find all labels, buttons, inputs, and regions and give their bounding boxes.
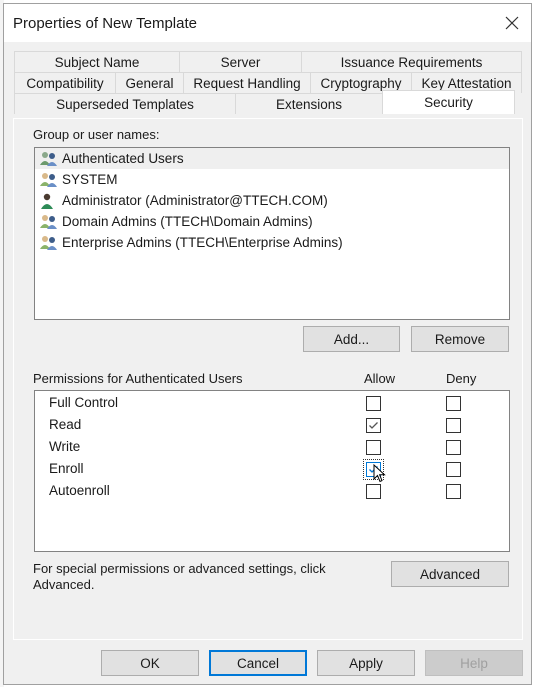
user-icon	[39, 192, 59, 210]
tab-extensions[interactable]: Extensions	[235, 93, 383, 114]
allow-checkbox[interactable]	[366, 418, 381, 433]
security-tab-panel: Group or user names: Authenticated Users…	[13, 118, 523, 640]
cancel-button[interactable]: Cancel	[209, 650, 307, 676]
permission-row-autoenroll: Autoenroll	[35, 480, 509, 502]
allow-checkbox[interactable]	[366, 396, 381, 411]
permission-name: Write	[49, 439, 81, 454]
permission-row-read: Read	[35, 414, 509, 436]
allow-checkbox[interactable]	[363, 459, 384, 480]
apply-button[interactable]: Apply	[317, 650, 415, 676]
advanced-button[interactable]: Advanced	[391, 561, 509, 587]
list-item-principal[interactable]: Enterprise Admins (TTECH\Enterprise Admi…	[35, 232, 509, 253]
deny-checkbox[interactable]	[446, 484, 461, 499]
group-icon	[39, 213, 59, 231]
permission-row-write: Write	[35, 436, 509, 458]
permission-row-full-control: Full Control	[35, 392, 509, 414]
tab-security[interactable]: Security	[382, 90, 515, 114]
deny-column-header: Deny	[446, 371, 477, 386]
permission-name: Read	[49, 417, 82, 432]
tab-row-3: Superseded Templates Extensions Security	[14, 90, 515, 114]
principal-name: Administrator (Administrator@TTECH.COM)	[62, 193, 328, 208]
tab-server[interactable]: Server	[179, 51, 302, 72]
list-item-principal[interactable]: Administrator (Administrator@TTECH.COM)	[35, 190, 509, 211]
permissions-list: Full Control Read Write Enroll Autoenrol…	[34, 390, 510, 552]
close-button[interactable]	[499, 10, 525, 36]
checkmark-icon	[369, 466, 378, 473]
principal-name: Authenticated Users	[62, 151, 184, 166]
advanced-hint-text: For special permissions or advanced sett…	[33, 561, 326, 592]
tab-request-handling[interactable]: Request Handling	[183, 72, 311, 93]
tab-issuance-requirements[interactable]: Issuance Requirements	[301, 51, 522, 72]
permissions-label: Permissions for Authenticated Users	[33, 371, 243, 386]
help-button: Help	[425, 650, 523, 676]
principals-list[interactable]: Authenticated Users SYSTEM Administrator…	[34, 147, 510, 320]
deny-checkbox[interactable]	[446, 462, 461, 477]
deny-checkbox[interactable]	[446, 396, 461, 411]
group-icon	[39, 234, 59, 252]
principal-name: Enterprise Admins (TTECH\Enterprise Admi…	[62, 235, 343, 250]
tab-subject-name[interactable]: Subject Name	[14, 51, 180, 72]
group-icon	[39, 171, 59, 189]
group-icon	[39, 150, 59, 168]
tab-compatibility[interactable]: Compatibility	[14, 72, 116, 93]
tab-superseded-templates[interactable]: Superseded Templates	[14, 93, 236, 114]
checkmark-icon	[369, 422, 378, 429]
permission-name: Autoenroll	[49, 483, 110, 498]
permission-row-enroll: Enroll	[35, 458, 509, 483]
remove-button[interactable]: Remove	[411, 326, 509, 352]
principal-name: SYSTEM	[62, 172, 118, 187]
allow-checkbox[interactable]	[366, 440, 381, 455]
close-icon	[505, 16, 519, 30]
tab-row-1: Subject Name Server Issuance Requirement…	[14, 51, 522, 72]
list-item-principal[interactable]: SYSTEM	[35, 169, 509, 190]
title-bar: Properties of New Template	[4, 4, 531, 42]
group-or-user-names-label: Group or user names:	[33, 127, 160, 142]
list-item-principal[interactable]: Authenticated Users	[35, 148, 509, 169]
ok-button[interactable]: OK	[101, 650, 199, 676]
add-button[interactable]: Add...	[303, 326, 400, 352]
tab-general[interactable]: General	[115, 72, 184, 93]
principal-name: Domain Admins (TTECH\Domain Admins)	[62, 214, 313, 229]
deny-checkbox[interactable]	[446, 418, 461, 433]
permission-name: Enroll	[49, 461, 84, 476]
permission-name: Full Control	[49, 395, 119, 410]
dialog-title: Properties of New Template	[13, 15, 197, 32]
allow-checkbox[interactable]	[366, 484, 381, 499]
list-item-principal[interactable]: Domain Admins (TTECH\Domain Admins)	[35, 211, 509, 232]
properties-dialog: Properties of New Template Subject Name …	[3, 3, 532, 685]
deny-checkbox[interactable]	[446, 440, 461, 455]
allow-column-header: Allow	[364, 371, 396, 386]
